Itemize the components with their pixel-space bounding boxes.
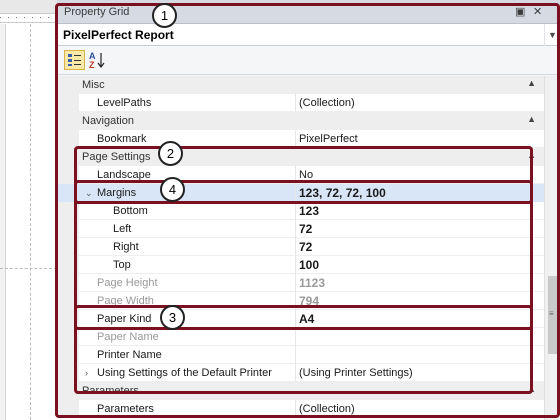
chevron-right-icon[interactable]: › <box>85 368 88 378</box>
panel-title-bar: Property Grid ▣ ✕ <box>57 0 560 24</box>
band-guide-line <box>30 24 31 420</box>
categorized-view-icon <box>68 54 81 66</box>
annotation-badge: 2 <box>158 141 183 166</box>
property-row[interactable]: Parameters (Collection) <box>57 400 544 418</box>
property-row[interactable]: › Using Settings of the Default Printer … <box>57 364 544 382</box>
property-row[interactable]: Printer Name <box>57 346 544 364</box>
close-icon[interactable]: ✕ <box>533 5 542 18</box>
property-row[interactable]: Right 72 <box>57 238 544 256</box>
chevron-down-icon[interactable]: ⌄ <box>85 188 93 199</box>
svg-text:Z: Z <box>89 60 95 70</box>
chevron-down-icon[interactable]: ▼ <box>544 24 560 46</box>
alphabetical-sort-icon: A Z <box>89 51 105 70</box>
chevron-up-icon[interactable]: ▲ <box>527 114 536 124</box>
panel-title: Property Grid <box>64 6 130 18</box>
property-grid-toolbar: A Z <box>57 46 560 75</box>
category-misc[interactable]: Misc ▲ <box>57 76 544 94</box>
chevron-up-icon[interactable]: ▲ <box>527 78 536 88</box>
property-row[interactable]: Bookmark PixelPerfect <box>57 130 544 148</box>
report-designer-surface[interactable] <box>0 0 57 420</box>
property-row[interactable]: Landscape No <box>57 166 544 184</box>
category-parameters[interactable]: Parameters ▲ <box>57 382 544 400</box>
property-row: Page Height 1123 <box>57 274 544 292</box>
chevron-up-icon[interactable]: ▲ <box>527 150 536 160</box>
property-row[interactable]: Top 100 <box>57 256 544 274</box>
object-selector[interactable]: PixelPerfect Report ▼ <box>57 24 560 46</box>
property-row-paper-kind[interactable]: Paper Kind A4 <box>57 310 544 328</box>
property-row[interactable]: Left 72 <box>57 220 544 238</box>
annotation-badge: 3 <box>160 305 185 330</box>
vertical-scrollbar[interactable]: ≡ <box>544 76 560 420</box>
property-row[interactable]: LevelPaths (Collection) <box>57 94 544 112</box>
grip-icon: ≡ <box>549 309 554 318</box>
vertical-ruler <box>0 24 6 420</box>
designer-top-bar <box>0 0 57 14</box>
alphabetical-sort-button[interactable]: A Z <box>87 50 108 70</box>
pin-icon[interactable]: ▣ <box>515 5 525 18</box>
horizontal-ruler <box>0 14 57 23</box>
annotation-badge: 4 <box>160 177 185 202</box>
property-row: Paper Name <box>57 328 544 346</box>
property-grid-panel: Property Grid ▣ ✕ PixelPerfect Report ▼ … <box>57 0 560 420</box>
selected-object: PixelPerfect Report <box>63 28 174 42</box>
property-row[interactable]: Bottom 123 <box>57 202 544 220</box>
annotation-badge: 1 <box>152 3 177 28</box>
property-row-margins[interactable]: ⌄ Margins 123, 72, 72, 100 <box>57 184 544 202</box>
chevron-up-icon[interactable]: ▲ <box>527 384 536 394</box>
category-page-settings[interactable]: Page Settings ▲ <box>57 148 544 166</box>
property-grid: Misc ▲ LevelPaths (Collection) Navigatio… <box>57 76 544 420</box>
property-row: Page Width 794 <box>57 292 544 310</box>
band-guide-line <box>0 268 57 269</box>
category-navigation[interactable]: Navigation ▲ <box>57 112 544 130</box>
categorized-view-button[interactable] <box>64 50 85 70</box>
